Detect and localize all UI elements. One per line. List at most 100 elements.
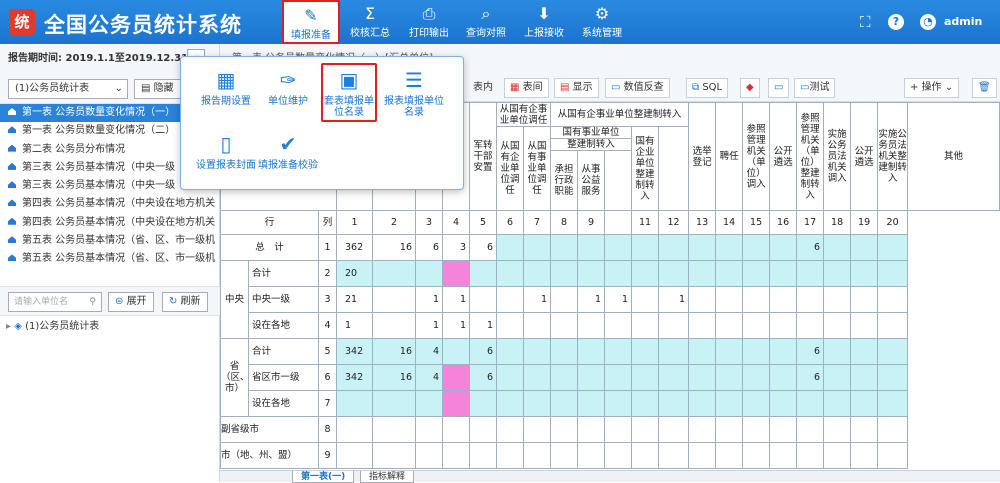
data-cell[interactable] — [496, 286, 525, 313]
table-set-select[interactable]: (1)公务员统计表 ⌄ — [8, 79, 128, 99]
data-cell[interactable] — [415, 416, 444, 443]
data-cell[interactable] — [442, 260, 471, 287]
data-cell[interactable] — [877, 364, 909, 391]
data-cell[interactable] — [742, 416, 771, 443]
data-cell[interactable] — [769, 312, 798, 339]
data-cell[interactable] — [336, 416, 374, 443]
data-cell[interactable] — [604, 390, 633, 417]
data-cell[interactable] — [715, 364, 744, 391]
data-cell[interactable] — [442, 390, 471, 417]
data-cell[interactable] — [372, 442, 417, 469]
data-cell[interactable] — [496, 338, 525, 365]
data-cell[interactable] — [796, 442, 825, 469]
data-cell[interactable] — [658, 416, 690, 443]
data-cell[interactable] — [523, 364, 552, 391]
data-cell[interactable] — [496, 364, 525, 391]
data-cell[interactable] — [658, 260, 690, 287]
data-cell[interactable] — [742, 390, 771, 417]
menu-item-unit-maint[interactable]: ✑ 单位维护 — [257, 67, 319, 107]
data-cell[interactable] — [469, 442, 498, 469]
check-between-button[interactable]: ▦ 表间 — [504, 78, 549, 98]
data-cell[interactable]: 342 — [336, 364, 374, 391]
data-cell[interactable] — [469, 416, 498, 443]
data-cell[interactable] — [796, 312, 825, 339]
sheet-tab-explain[interactable]: 指标解释 — [360, 471, 415, 483]
data-cell[interactable] — [523, 338, 552, 365]
data-cell[interactable] — [577, 234, 606, 261]
data-cell[interactable] — [442, 442, 471, 469]
data-cell[interactable]: 1 — [523, 286, 552, 313]
data-cell[interactable]: 1 — [415, 312, 444, 339]
data-cell[interactable] — [631, 286, 660, 313]
data-cell[interactable] — [469, 286, 498, 313]
data-cell[interactable] — [688, 260, 717, 287]
data-cell[interactable] — [823, 312, 852, 339]
data-cell[interactable]: 6 — [469, 338, 498, 365]
data-cell[interactable] — [550, 364, 579, 391]
data-cell[interactable] — [550, 442, 579, 469]
data-cell[interactable]: 1 — [604, 286, 633, 313]
data-cell[interactable] — [796, 286, 825, 313]
data-cell[interactable] — [877, 416, 909, 443]
data-cell[interactable]: 3 — [442, 234, 471, 261]
data-cell[interactable] — [577, 260, 606, 287]
data-cell[interactable] — [372, 416, 417, 443]
nav-xitong[interactable]: ⚙ 系统管理 — [576, 0, 628, 44]
data-cell[interactable] — [658, 390, 690, 417]
data-cell[interactable] — [372, 312, 417, 339]
data-cell[interactable] — [604, 234, 633, 261]
menu-item-suite-unit-list[interactable]: ▣ 套表填报单位名录 — [321, 63, 377, 122]
data-cell[interactable] — [850, 234, 879, 261]
data-cell[interactable] — [604, 260, 633, 287]
data-cell[interactable] — [688, 234, 717, 261]
data-cell[interactable] — [372, 260, 417, 287]
data-cell[interactable] — [715, 234, 744, 261]
header-cong-shengchan[interactable]: 从事生产经营活动 — [604, 150, 633, 211]
data-cell[interactable] — [688, 442, 717, 469]
data-cell[interactable] — [715, 416, 744, 443]
data-cell[interactable] — [658, 364, 690, 391]
data-cell[interactable] — [604, 338, 633, 365]
data-cell[interactable]: 6 — [469, 234, 498, 261]
data-cell[interactable]: 20 — [336, 260, 374, 287]
data-cell[interactable] — [796, 416, 825, 443]
data-cell[interactable] — [469, 260, 498, 287]
data-cell[interactable] — [796, 390, 825, 417]
data-cell[interactable] — [688, 338, 717, 365]
data-cell[interactable]: 4 — [415, 338, 444, 365]
data-cell[interactable] — [823, 390, 852, 417]
data-cell[interactable]: 6 — [796, 338, 825, 365]
data-cell[interactable] — [496, 234, 525, 261]
data-cell[interactable]: 16 — [372, 338, 417, 365]
data-cell[interactable]: 6 — [796, 234, 825, 261]
data-cell[interactable] — [877, 286, 909, 313]
refresh-button[interactable]: ↻ 刷新 — [162, 292, 208, 312]
data-cell[interactable] — [850, 364, 879, 391]
data-cell[interactable]: 16 — [372, 234, 417, 261]
data-cell[interactable] — [442, 338, 471, 365]
data-cell[interactable]: 1 — [415, 286, 444, 313]
data-cell[interactable] — [742, 312, 771, 339]
data-cell[interactable] — [631, 338, 660, 365]
data-cell[interactable] — [688, 364, 717, 391]
data-cell[interactable] — [742, 286, 771, 313]
data-cell[interactable] — [372, 286, 417, 313]
data-cell[interactable] — [336, 442, 374, 469]
data-cell[interactable] — [688, 390, 717, 417]
data-cell[interactable] — [631, 260, 660, 287]
data-cell[interactable] — [877, 442, 909, 469]
data-cell[interactable]: 4 — [415, 364, 444, 391]
data-cell[interactable] — [877, 338, 909, 365]
data-cell[interactable] — [715, 286, 744, 313]
data-cell[interactable] — [577, 416, 606, 443]
data-cell[interactable] — [336, 390, 374, 417]
data-cell[interactable] — [631, 416, 660, 443]
data-cell[interactable] — [631, 234, 660, 261]
nav-jiaohe[interactable]: Σ 校核汇总 — [344, 0, 396, 44]
data-cell[interactable] — [769, 286, 798, 313]
data-cell[interactable] — [577, 364, 606, 391]
menu-item-period-setting[interactable]: ▦ 报告期设置 — [195, 67, 257, 107]
data-cell[interactable] — [769, 442, 798, 469]
data-cell[interactable] — [850, 312, 879, 339]
data-cell[interactable] — [604, 312, 633, 339]
